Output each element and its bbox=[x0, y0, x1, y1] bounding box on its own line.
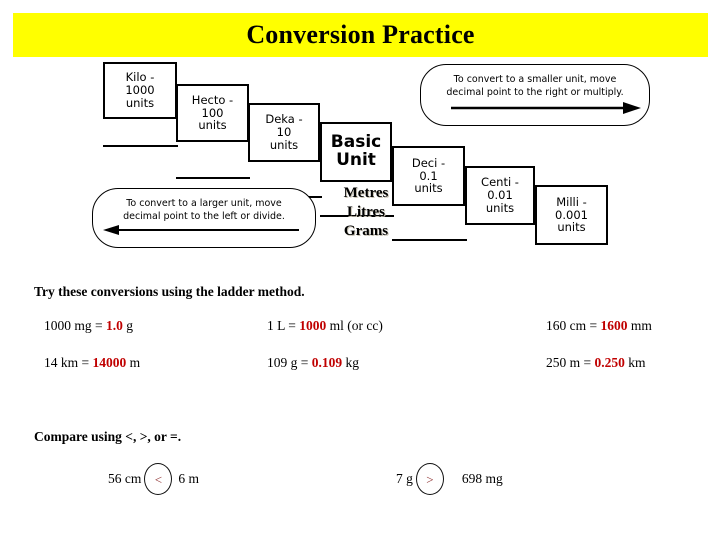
conversion-after: ml (or cc) bbox=[326, 318, 383, 333]
arrow-left-icon bbox=[103, 225, 299, 235]
comparison-answer-circle: > bbox=[415, 463, 444, 495]
conversion-after: g bbox=[122, 318, 133, 333]
comparison-right-value: 6 m bbox=[178, 471, 200, 486]
ladder-step-deka-line2: 10 bbox=[276, 125, 292, 140]
callout-larger-unit-text: To convert to a larger unit, move decima… bbox=[93, 197, 315, 223]
basic-unit-caption-line3: Grams bbox=[343, 223, 389, 240]
conversions-prompt: Try these conversions using the ladder m… bbox=[34, 284, 305, 299]
comparison-item: 56 cm < 6 m bbox=[108, 463, 199, 495]
conversion-row: 14 km = 14000 m 109 g = 0.109 kg 250 m =… bbox=[44, 355, 684, 371]
ladder-step-deci-line3: units bbox=[414, 181, 443, 196]
comparison-item: 7 g > 698 mg bbox=[396, 463, 503, 495]
conversion-after: m bbox=[126, 355, 141, 370]
conversion-after: km bbox=[624, 355, 646, 370]
slide-canvas: Conversion Practice Kilo - 1000 units He… bbox=[0, 0, 720, 540]
conversion-item: 14 km = 14000 m bbox=[44, 355, 267, 371]
conversion-before: 1 L = bbox=[267, 318, 300, 333]
callout-smaller-unit-line2: decimal point to the right or multiply. bbox=[446, 87, 624, 99]
page-title: Conversion Practice bbox=[246, 20, 475, 49]
comparison-left-value: 7 g bbox=[396, 471, 413, 486]
conversion-before: 1000 mg = bbox=[44, 318, 106, 333]
conversion-answer: 1000 bbox=[299, 318, 327, 333]
ladder-step-centi-line2: 0.01 bbox=[487, 188, 513, 203]
comparison-right-value: 698 mg bbox=[461, 471, 503, 486]
conversion-answer: 0.109 bbox=[311, 355, 343, 370]
basic-unit-caption-line2: Litres bbox=[346, 204, 386, 221]
ladder-step-milli-line1: Milli - bbox=[556, 194, 587, 209]
callout-smaller-unit-line1: To convert to a smaller unit, move bbox=[453, 74, 617, 85]
ladder-step-kilo-line3: units bbox=[125, 95, 155, 110]
conversion-item: 1000 mg = 1.0 g bbox=[44, 318, 267, 334]
callout-larger-unit-line1: To convert to a larger unit, move bbox=[126, 198, 282, 209]
ladder-step-centi: Centi - 0.01 units bbox=[465, 166, 535, 225]
callout-larger-unit-line2: decimal point to the left or divide. bbox=[123, 211, 285, 223]
conversion-before: 160 cm = bbox=[546, 318, 601, 333]
conversion-item: 160 cm = 1600 mm bbox=[546, 318, 684, 334]
ladder-step-hecto-line3: units bbox=[198, 118, 227, 133]
conversion-item: 1 L = 1000 ml (or cc) bbox=[267, 318, 546, 334]
callout-smaller-unit-text: To convert to a smaller unit, move decim… bbox=[421, 73, 649, 99]
conversion-answer: 1.0 bbox=[106, 318, 123, 333]
ladder-step-deka: Deka - 10 units bbox=[248, 103, 320, 162]
ladder-step-basic-line2: Unit bbox=[336, 150, 376, 170]
comparison-answer-circle: < bbox=[144, 463, 173, 495]
ladder-step-centi-line3: units bbox=[485, 200, 515, 215]
ladder-step-kilo: Kilo - 1000 units bbox=[103, 62, 177, 119]
conversion-item: 250 m = 0.250 km bbox=[546, 355, 684, 371]
comparison-left-value: 56 cm bbox=[108, 471, 142, 486]
comparison-symbol: > bbox=[426, 471, 434, 487]
conversion-answer: 0.250 bbox=[594, 355, 625, 370]
comparison-exercises: 56 cm < 6 m 7 g > 698 mg bbox=[0, 463, 720, 503]
ladder-step-deka-line3: units bbox=[269, 137, 299, 152]
conversion-exercises: 1000 mg = 1.0 g 1 L = 1000 ml (or cc) 16… bbox=[44, 318, 684, 392]
metric-ladder-diagram: Kilo - 1000 units Hecto - 100 units Deka… bbox=[0, 58, 720, 258]
ladder-step-milli: Milli - 0.001 units bbox=[535, 185, 608, 245]
conversion-answer: 1600 bbox=[600, 318, 628, 333]
ladder-step-deci-line1: Deci - bbox=[411, 155, 446, 170]
conversion-item: 109 g = 0.109 kg bbox=[267, 355, 546, 371]
conversion-answer: 14000 bbox=[92, 355, 127, 370]
ladder-step-kilo-line2: 1000 bbox=[125, 83, 155, 98]
conversion-after: mm bbox=[627, 318, 652, 333]
ladder-step-hecto: Hecto - 100 units bbox=[176, 84, 249, 142]
callout-smaller-unit: To convert to a smaller unit, move decim… bbox=[420, 64, 650, 126]
comparisons-prompt: Compare using <, >, or =. bbox=[34, 429, 182, 444]
conversion-after: kg bbox=[342, 355, 360, 370]
callout-larger-unit: To convert to a larger unit, move decima… bbox=[92, 188, 316, 248]
conversion-row: 1000 mg = 1.0 g 1 L = 1000 ml (or cc) 16… bbox=[44, 318, 684, 334]
comparison-symbol: < bbox=[154, 471, 163, 487]
ladder-step-hecto-line1: Hecto - bbox=[191, 92, 234, 107]
conversion-before: 14 km = bbox=[44, 355, 93, 370]
ladder-step-milli-line3: units bbox=[557, 220, 586, 235]
conversion-before: 109 g = bbox=[267, 355, 312, 370]
conversion-before: 250 m = bbox=[546, 355, 595, 370]
arrow-right-icon bbox=[451, 102, 641, 114]
ladder-step-deci: Deci - 0.1 units bbox=[392, 146, 465, 206]
title-banner: Conversion Practice bbox=[13, 13, 708, 57]
ladder-step-basic-unit: Basic Unit bbox=[320, 122, 392, 182]
